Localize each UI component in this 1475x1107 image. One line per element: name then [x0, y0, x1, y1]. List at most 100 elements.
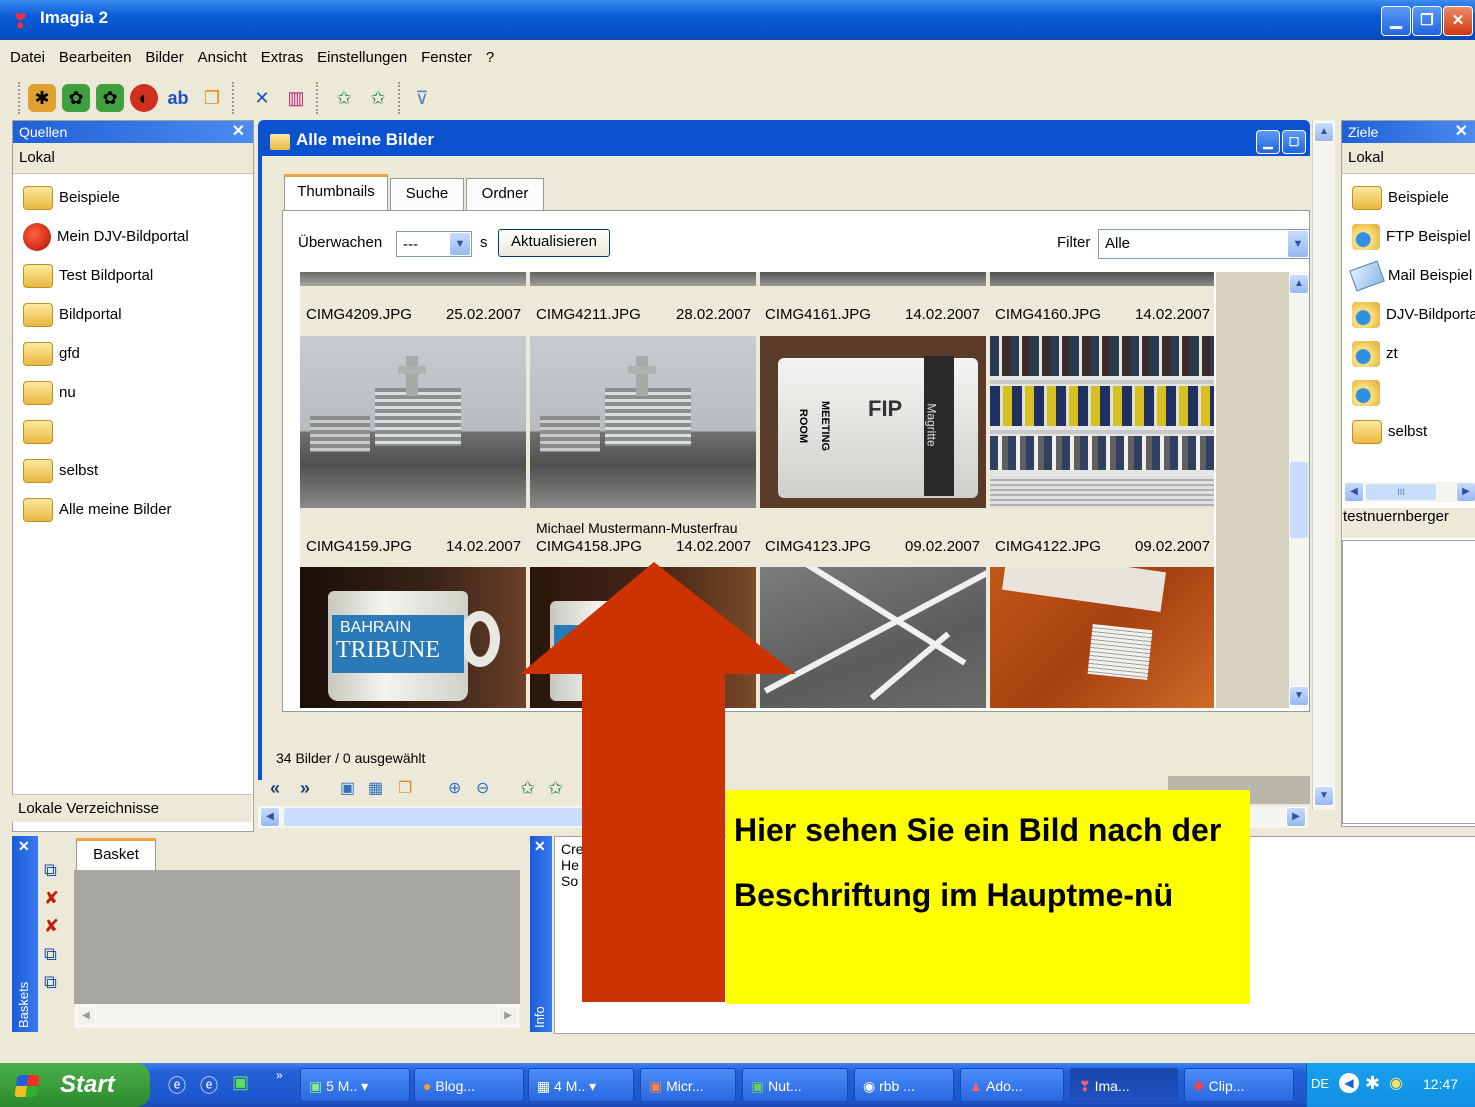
scroll-left-icon[interactable]: ◀ [1344, 482, 1364, 502]
actual-size-icon[interactable]: ▦ [368, 778, 383, 798]
scan2-icon[interactable]: ✿ [96, 84, 124, 112]
import-icon[interactable]: ✱ [28, 84, 56, 112]
scan-icon[interactable]: ✿ [62, 84, 90, 112]
portal-icon[interactable]: ◐ [130, 84, 158, 112]
thumbnail-image[interactable] [990, 567, 1214, 708]
menu-bearbeiten[interactable]: Bearbeiten [59, 44, 132, 72]
minimize-button[interactable]: ▁ [1381, 6, 1411, 36]
restore-button[interactable]: ❐ [1412, 6, 1442, 36]
taskbar-item[interactable]: ✱ Clip... [1184, 1068, 1294, 1102]
menu-help[interactable]: ? [486, 44, 494, 72]
watch-select[interactable]: --- ▼ [396, 231, 472, 257]
source-item[interactable]: Beispiele [13, 178, 253, 217]
thumbnail-image[interactable] [990, 336, 1214, 508]
basket-import-icon[interactable]: ⧉ [44, 972, 57, 993]
thumbnail-image[interactable] [990, 272, 1214, 286]
taskbar-item[interactable]: ▣ Micr... [640, 1068, 736, 1102]
close-baskets-icon[interactable]: ✕ [18, 838, 30, 855]
basket-hscrollbar[interactable]: ◀ ▶ [74, 1004, 520, 1028]
scroll-right-icon[interactable]: ▶ [498, 1006, 518, 1026]
target-item[interactable]: Mail Beispiel [1342, 256, 1475, 295]
thumbnail-image[interactable] [300, 336, 526, 508]
taskbar-item[interactable]: ▦ 4 M.. ▾ [528, 1068, 634, 1102]
basket-add-icon[interactable]: ⧉ [44, 860, 57, 881]
start-button[interactable]: Start [0, 1063, 150, 1107]
target-item[interactable]: zt [1342, 334, 1475, 373]
close-targets-icon[interactable]: ✕ [1455, 121, 1468, 143]
browser-icon[interactable]: ⓔ [200, 1072, 218, 1098]
source-item[interactable]: selbst [13, 451, 253, 490]
zoom-in-icon[interactable]: ⊕ [448, 778, 461, 798]
scroll-left-icon[interactable]: ◀ [76, 1006, 96, 1026]
basket-clear-icon[interactable]: ✘ [44, 916, 59, 937]
tab-ordner[interactable]: Ordner [466, 178, 544, 211]
thumbnail-image[interactable] [530, 336, 756, 508]
copy-icon[interactable]: ❐ [398, 778, 412, 798]
target-item[interactable]: Beispiele [1342, 178, 1475, 217]
gallery-vscrollbar[interactable]: ▲ ▼ [1288, 272, 1309, 708]
target-item[interactable]: FTP Beispiel [1342, 217, 1475, 256]
tab-thumbnails[interactable]: Thumbnails [284, 174, 388, 215]
scroll-thumb[interactable] [1290, 462, 1308, 538]
menu-ansicht[interactable]: Ansicht [198, 44, 247, 72]
menu-extras[interactable]: Extras [261, 44, 304, 72]
thumbnail-image[interactable] [530, 272, 756, 286]
close-button[interactable]: ✕ [1443, 6, 1473, 36]
first-page-icon[interactable]: « [270, 778, 280, 799]
workspace-vscrollbar[interactable]: ▲ ▼ [1312, 120, 1335, 810]
scroll-thumb[interactable]: III [1366, 484, 1436, 500]
source-item[interactable]: gfd [13, 334, 253, 373]
volume-icon[interactable]: ◉ [1389, 1073, 1403, 1093]
scroll-up-icon[interactable]: ▲ [1289, 274, 1309, 294]
last-page-icon[interactable]: » [300, 778, 310, 799]
tools-icon[interactable]: ✕ [248, 84, 276, 112]
scroll-down-icon[interactable]: ▼ [1289, 686, 1309, 706]
books-icon[interactable]: ▥ [282, 84, 310, 112]
taskbar-item[interactable]: ▲ Ado... [960, 1068, 1064, 1102]
close-sources-icon[interactable]: ✕ [232, 121, 245, 143]
thumbnail-image[interactable]: MEETING ROOM FIP Magritte [760, 336, 986, 508]
basket-remove-icon[interactable]: ✘ [44, 888, 59, 909]
target-item[interactable] [1342, 373, 1475, 412]
taskbar-item[interactable]: ▣ 5 M.. ▾ [300, 1068, 410, 1102]
target-item[interactable]: selbst [1342, 412, 1475, 451]
network-icon[interactable]: ✱ [1365, 1073, 1380, 1094]
window-minimize-button[interactable]: ▁ [1256, 130, 1280, 154]
filter-select[interactable]: Alle ▼ [1098, 229, 1310, 259]
targets-hscrollbar[interactable]: ◀ III ▶ [1344, 482, 1475, 502]
thumbnail-image[interactable]: BAHRAIN TRIBUNE [300, 567, 526, 708]
source-item[interactable]: Test Bildportal [13, 256, 253, 295]
app-quicklaunch-icon[interactable]: ▣ [232, 1072, 249, 1093]
menu-fenster[interactable]: Fenster [421, 44, 472, 72]
rename-icon[interactable]: ab [164, 84, 192, 112]
tab-suche[interactable]: Suche [390, 178, 464, 211]
basket-export-icon[interactable]: ⧉ [44, 944, 57, 965]
fit-icon[interactable]: ▣ [340, 778, 355, 798]
refresh-button[interactable]: Aktualisieren [498, 229, 610, 257]
source-item[interactable]: nu [13, 373, 253, 412]
source-item[interactable]: Mein DJV-Bildportal [13, 217, 253, 256]
taskbar-item-active[interactable]: ❣ Ima... [1070, 1068, 1178, 1102]
tray-expand-icon[interactable]: ◀ [1339, 1073, 1359, 1093]
scroll-right-icon[interactable]: ▶ [1456, 482, 1475, 502]
menu-datei[interactable]: Datei [10, 44, 45, 72]
tab-basket[interactable]: Basket [76, 838, 156, 873]
star2-icon[interactable]: ✩ [364, 84, 392, 112]
taskbar-item[interactable]: ▣ Nut... [742, 1068, 848, 1102]
menu-bilder[interactable]: Bilder [145, 44, 183, 72]
copy-icon[interactable]: ❐ [198, 84, 226, 112]
language-indicator[interactable]: DE [1311, 1076, 1329, 1091]
scroll-left-icon[interactable]: ◀ [260, 807, 280, 827]
thumbnail-image[interactable] [760, 272, 986, 286]
taskbar-item[interactable]: ● Blog... [414, 1068, 524, 1102]
scroll-right-icon[interactable]: ▶ [1286, 807, 1306, 827]
star-icon[interactable]: ✩ [330, 84, 358, 112]
scroll-up-icon[interactable]: ▲ [1314, 122, 1334, 142]
scroll-down-icon[interactable]: ▼ [1314, 786, 1334, 806]
taskbar-item[interactable]: ◉ rbb ... [854, 1068, 954, 1102]
ie-icon[interactable]: ⓔ [168, 1072, 186, 1098]
window-maximize-button[interactable]: ☐ [1282, 130, 1306, 154]
thumbnail-image[interactable] [300, 272, 526, 286]
pin-icon[interactable]: ⊽ [408, 84, 436, 112]
quicklaunch-more-icon[interactable]: » [276, 1068, 283, 1082]
